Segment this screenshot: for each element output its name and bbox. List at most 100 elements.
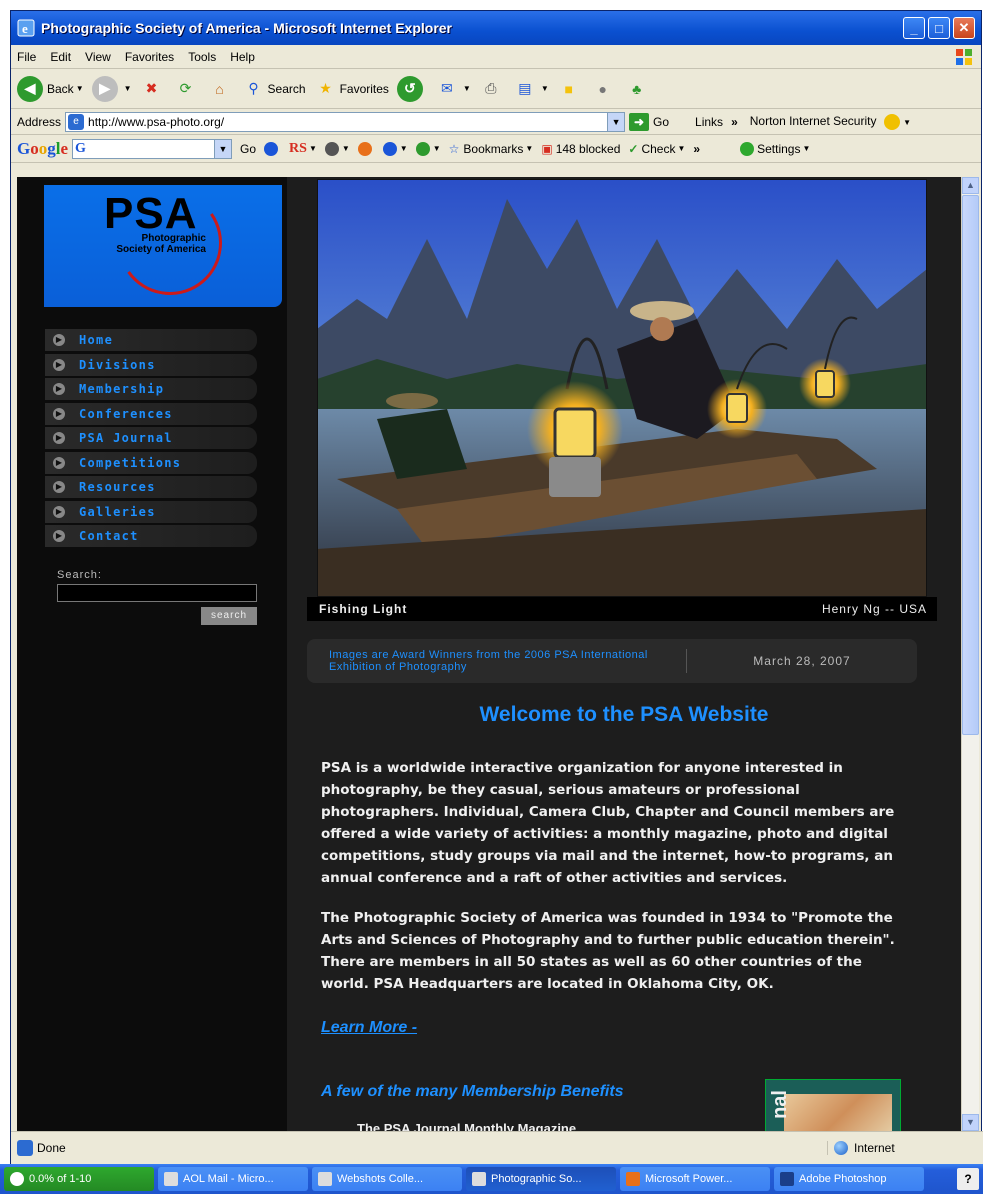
toolbar-tool-3[interactable]: ▼ [382, 141, 408, 156]
security-zone[interactable]: Internet [827, 1141, 977, 1155]
scroll-up-icon[interactable]: ▲ [962, 177, 979, 194]
nav-label: Resources [79, 480, 156, 494]
tool-3-dropdown-icon[interactable]: ▼ [400, 144, 408, 153]
rs-button[interactable]: RS ▼ [289, 141, 317, 157]
check-dropdown-icon[interactable]: ▼ [677, 144, 685, 153]
tool-1-icon [324, 141, 339, 156]
stop-button[interactable]: ✖ [140, 77, 166, 101]
home-button[interactable]: ⌂ [208, 77, 234, 101]
menu-edit[interactable]: Edit [50, 50, 71, 64]
settings-dropdown-icon[interactable]: ▼ [802, 144, 810, 153]
toolbar-tool-2[interactable] [357, 141, 375, 156]
toolbar-tool-4[interactable]: ▼ [415, 141, 441, 156]
nav-item-contact[interactable]: ▶ Contact [45, 525, 257, 547]
address-input[interactable]: e http://www.psa-photo.org/ ▼ [65, 111, 626, 132]
taskbar-photographic-society[interactable]: Photographic So... [466, 1167, 616, 1191]
featured-photo[interactable] [317, 179, 927, 597]
scroll-thumb[interactable] [962, 195, 979, 735]
back-dropdown-icon[interactable]: ▼ [76, 84, 84, 93]
messenger-button[interactable]: ♣ [625, 77, 651, 101]
taskbar-photoshop[interactable]: Adobe Photoshop [774, 1167, 924, 1191]
ie-icon: e [17, 19, 35, 37]
close-icon: ✕ [958, 20, 970, 35]
google-go-button[interactable]: Go [240, 142, 256, 156]
refresh-button[interactable]: ⟳ [174, 77, 200, 101]
norton-toolbar[interactable]: Norton Internet Security ▼ [750, 113, 911, 130]
journal-cover-art [784, 1094, 892, 1131]
title-bar[interactable]: e Photographic Society of America - Micr… [11, 11, 981, 45]
menu-help[interactable]: Help [230, 50, 255, 64]
spellcheck-button[interactable]: ✓ Check ▼ [628, 142, 685, 156]
nav-item-competitions[interactable]: ▶ Competitions [45, 451, 257, 474]
nav-bullet-icon: ▶ [53, 383, 65, 395]
google-logo[interactable]: Google [17, 139, 68, 159]
rs-dropdown-icon[interactable]: ▼ [309, 144, 317, 153]
edit-button[interactable]: ▤ ▼ [513, 77, 549, 101]
scroll-down-icon[interactable]: ▼ [962, 1114, 979, 1131]
windows-logo-icon [956, 49, 972, 65]
award-link[interactable]: Images are Award Winners from the 2006 P… [307, 649, 687, 673]
nav-item-psa-journal[interactable]: ▶ PSA Journal [45, 427, 257, 449]
ie-window-icon [472, 1172, 486, 1186]
menu-favorites[interactable]: Favorites [125, 50, 174, 64]
tool-4-dropdown-icon[interactable]: ▼ [433, 144, 441, 153]
menu-tools[interactable]: Tools [188, 50, 216, 64]
google-input-dropdown-icon[interactable]: ▼ [214, 139, 232, 158]
nav-item-resources[interactable]: ▶ Resources [45, 476, 257, 498]
nav-item-home[interactable]: ▶ Home [45, 329, 257, 351]
minimize-button[interactable]: _ [903, 17, 925, 39]
nav-item-conferences[interactable]: ▶ Conferences [45, 402, 257, 425]
nav-item-galleries[interactable]: ▶ Galleries [45, 500, 257, 523]
site-search-input[interactable] [57, 584, 257, 602]
task-label: Microsoft Power... [645, 1173, 733, 1185]
site-search-button[interactable]: search [201, 607, 257, 625]
settings-button[interactable]: Settings ▼ [740, 141, 810, 156]
links-label[interactable]: Links [695, 115, 723, 129]
address-url[interactable]: http://www.psa-photo.org/ [88, 115, 224, 129]
edit-dropdown-icon[interactable]: ▼ [541, 84, 549, 93]
menu-view[interactable]: View [85, 50, 111, 64]
go-button[interactable]: ➜ Go [629, 112, 669, 131]
nav-item-membership[interactable]: ▶ Membership [45, 378, 257, 400]
nav-item-divisions[interactable]: ▶ Divisions [45, 353, 257, 376]
nav-label: Divisions [79, 357, 156, 372]
maximize-button[interactable]: □ [928, 17, 950, 39]
bookmarks-dropdown-icon[interactable]: ▼ [525, 144, 533, 153]
nav-bullet-icon: ▶ [53, 505, 65, 518]
norton-dropdown-icon[interactable]: ▼ [903, 118, 911, 127]
pagerank-button[interactable] [264, 141, 281, 156]
help-icon[interactable]: ? [957, 1168, 979, 1190]
taskbar-powerpoint[interactable]: Microsoft Power... [620, 1167, 770, 1191]
forward-button[interactable]: ▶ ▼ [91, 75, 132, 102]
print-button[interactable]: ⎙ [479, 77, 505, 101]
toolbar-tool-1[interactable]: ▼ [324, 141, 350, 156]
edit-page-icon: ▤ [518, 80, 532, 96]
tool-1-dropdown-icon[interactable]: ▼ [342, 144, 350, 153]
status-text-area: Done [17, 1140, 827, 1156]
taskbar-webshots[interactable]: Webshots Colle... [312, 1167, 462, 1191]
search-button[interactable]: ⚲ Search [242, 77, 305, 101]
discuss-button[interactable]: ● [591, 77, 617, 101]
address-dropdown-icon[interactable]: ▼ [607, 112, 625, 131]
taskbar-aol-mail[interactable]: AOL Mail - Micro... [158, 1167, 308, 1191]
zone-label: Internet [854, 1141, 895, 1155]
links-chevron-icon[interactable]: » [731, 115, 738, 129]
mail-dropdown-icon[interactable]: ▼ [463, 84, 471, 93]
mail-button[interactable]: ✉ ▼ [435, 77, 471, 101]
bookmarks-button[interactable]: ☆ Bookmarks ▼ [449, 142, 534, 156]
notes-button[interactable]: ■ [557, 77, 583, 101]
favorites-button[interactable]: ★ Favorites [314, 77, 389, 101]
popup-blocker-button[interactable]: ▣ 148 blocked [541, 142, 620, 156]
back-button[interactable]: ◀ Back ▼ [17, 75, 84, 102]
history-button[interactable]: ↺ [396, 75, 427, 102]
psa-logo[interactable]: PSA Photographic Society of America [44, 182, 282, 307]
close-button[interactable]: ✕ [953, 17, 975, 39]
learn-more-link[interactable]: Learn More - [321, 1019, 417, 1037]
menu-file[interactable]: File [17, 50, 36, 64]
google-search-input[interactable]: G ▼ [72, 138, 233, 159]
google-more-chevron[interactable]: » [693, 142, 700, 156]
journal-cover-image[interactable]: nal [765, 1079, 901, 1131]
taskbar-progress-item[interactable]: 0.0% of 1-10 [4, 1167, 154, 1191]
forward-dropdown-icon[interactable]: ▼ [124, 84, 132, 93]
vertical-scrollbar[interactable]: ▲ ▼ [961, 177, 979, 1131]
